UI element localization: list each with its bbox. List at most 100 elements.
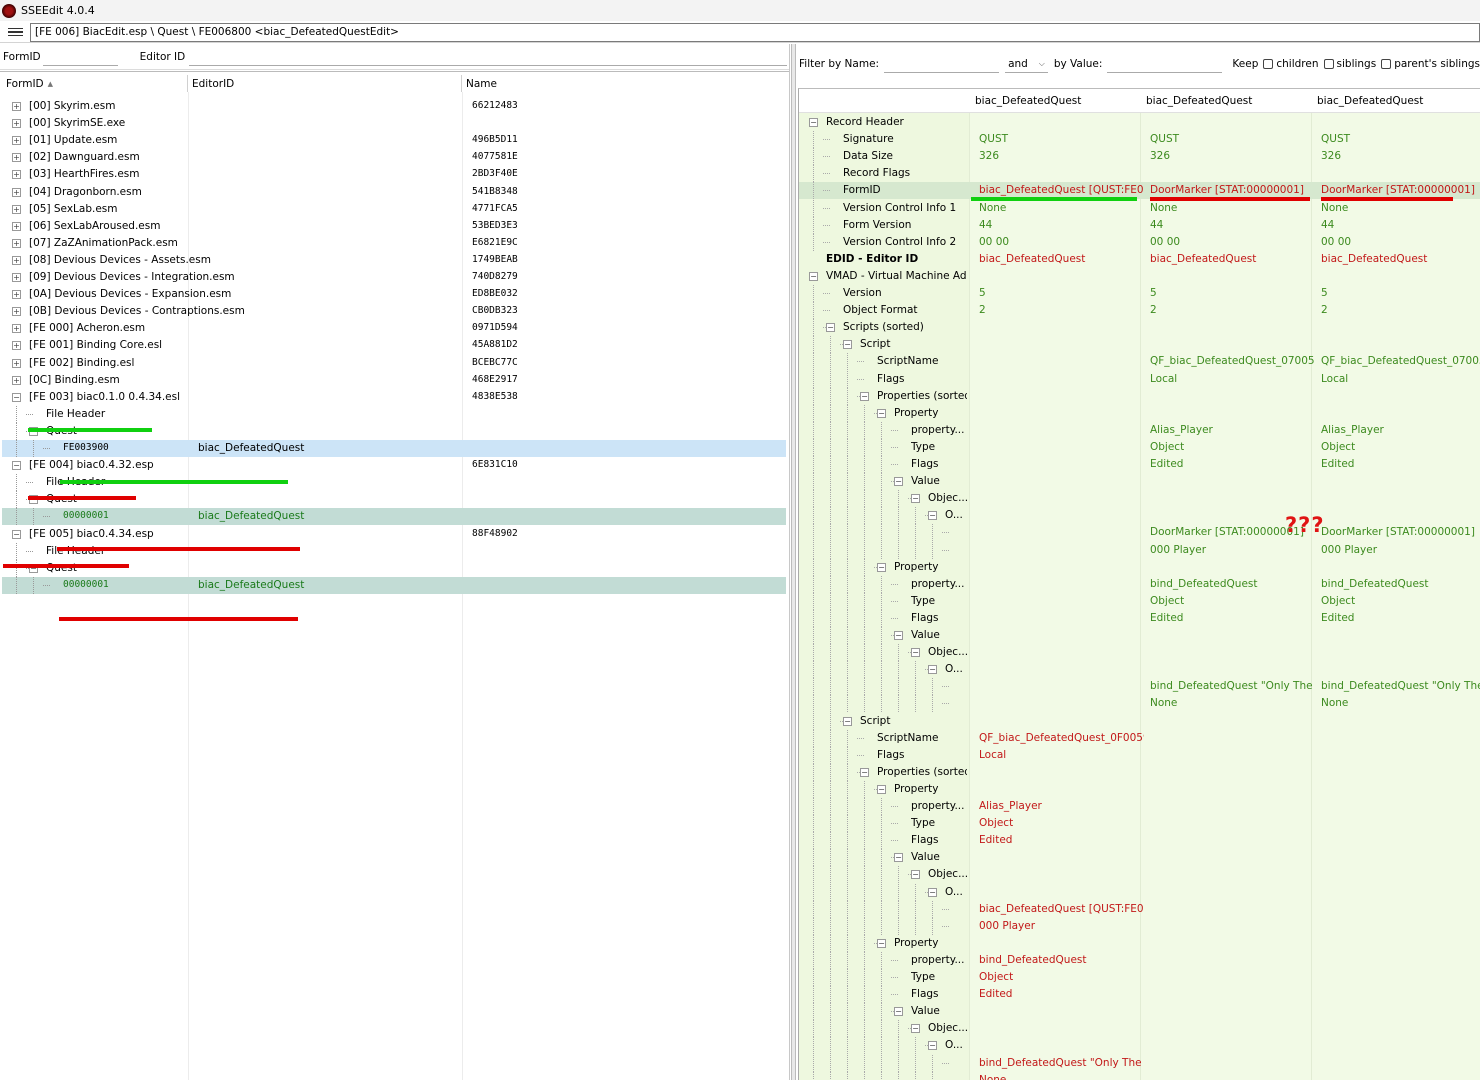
tree-row[interactable]: − [FE 004] biac0.4.32.esp 6E831C10 <box>2 457 786 474</box>
record-value-plugin-1[interactable]: 2 <box>979 304 1144 316</box>
tree-row[interactable]: 00000001 biac_DefeatedQuest <box>2 508 786 526</box>
record-value-plugin-2[interactable]: None <box>1150 697 1315 709</box>
collapse-icon[interactable]: − <box>877 938 886 948</box>
record-value-plugin-1[interactable]: None <box>979 202 1144 214</box>
expand-icon[interactable]: + <box>12 204 21 214</box>
record-row[interactable]: Type Object Object <box>799 438 1480 456</box>
record-value-plugin-2[interactable]: Alias_Player <box>1150 424 1315 436</box>
filter-by-value-input[interactable] <box>1107 55 1223 73</box>
tree-row[interactable]: + [0A] Devious Devices - Expansion.esm ED8… <box>2 286 786 303</box>
column-header-plugin-2[interactable]: biac_DefeatedQuest <box>1146 95 1252 107</box>
record-value-plugin-3[interactable]: None <box>1321 697 1480 709</box>
record-row[interactable]: − Value <box>799 849 1480 867</box>
record-value-plugin-1[interactable]: bind_DefeatedQuest <box>979 954 1144 966</box>
record-row[interactable]: − O... <box>799 507 1480 525</box>
record-value-plugin-3[interactable]: Local <box>1321 373 1480 385</box>
record-value-plugin-3[interactable]: 2 <box>1321 304 1480 316</box>
record-value-plugin-3[interactable]: DoorMarker [STAT:00000001] <box>1321 526 1480 538</box>
tree-row[interactable]: File Header <box>2 405 786 423</box>
record-value-plugin-3[interactable]: None <box>1321 202 1480 214</box>
record-value-plugin-3[interactable]: 000 Player <box>1321 544 1480 556</box>
record-value-plugin-1[interactable]: QF_biac_DefeatedQuest_0F005900 <box>979 732 1144 744</box>
record-value-plugin-1[interactable]: Alias_Player <box>979 800 1144 812</box>
record-row[interactable]: Signature QUST QUST QUST <box>799 131 1480 149</box>
record-value-plugin-2[interactable]: QUST <box>1150 133 1315 145</box>
expand-icon[interactable]: + <box>12 102 21 111</box>
collapse-icon[interactable]: − <box>928 665 937 675</box>
record-row[interactable]: Record Flags <box>799 165 1480 183</box>
record-value-plugin-3[interactable]: DoorMarker [STAT:00000001] <box>1321 184 1480 196</box>
record-row[interactable]: − Value <box>799 473 1480 491</box>
record-value-plugin-2[interactable]: QF_biac_DefeatedQuest_07005900 <box>1150 355 1315 367</box>
record-row[interactable]: − Objec... <box>799 866 1480 884</box>
column-header-plugin-1[interactable]: biac_DefeatedQuest <box>975 95 1081 107</box>
filter-operator-select[interactable]: and ⌵ <box>1005 55 1048 73</box>
record-value-plugin-3[interactable]: Edited <box>1321 612 1480 624</box>
collapse-icon[interactable]: − <box>911 648 920 658</box>
record-value-plugin-1[interactable]: None <box>979 1074 1144 1080</box>
collapse-icon[interactable]: − <box>911 1024 920 1034</box>
tree-row[interactable]: + [01] Update.esm 496B5D11 <box>2 132 786 149</box>
collapse-icon[interactable]: − <box>12 392 21 402</box>
collapse-icon[interactable]: − <box>894 477 903 487</box>
record-row[interactable]: − Script <box>799 712 1480 730</box>
tree-row[interactable]: + [0B] Devious Devices - Contraptions.esm… <box>2 303 786 320</box>
record-value-plugin-2[interactable]: None <box>1150 202 1315 214</box>
record-row[interactable]: − O... <box>799 661 1480 679</box>
record-row[interactable]: − Property <box>799 558 1480 576</box>
record-row[interactable]: property... bind_DefeatedQuest bind_Defeat… <box>799 575 1480 593</box>
tree-row[interactable]: + [03] HearthFires.esm 2BD3F40E <box>2 166 786 183</box>
record-value-plugin-2[interactable]: 44 <box>1150 219 1315 231</box>
record-row[interactable]: 000 Player 000 Player <box>799 541 1480 559</box>
record-row[interactable]: ScriptName QF_biac_DefeatedQuest_0F005900 <box>799 729 1480 747</box>
record-row[interactable]: Type Object <box>799 969 1480 986</box>
record-row[interactable]: Version Control Info 1 None None None <box>799 199 1480 217</box>
collapse-icon[interactable]: − <box>911 870 920 880</box>
record-value-plugin-1[interactable]: biac_DefeatedQuest <box>979 253 1144 265</box>
expand-icon[interactable]: + <box>12 221 21 231</box>
record-value-plugin-1[interactable]: biac_DefeatedQuest [QUST:FE00... <box>979 184 1144 196</box>
collapse-icon[interactable]: − <box>928 511 937 521</box>
record-row[interactable]: − Property <box>799 780 1480 798</box>
collapse-icon[interactable]: − <box>826 323 835 333</box>
tree-row[interactable]: + [05] SexLab.esm 4771FCA5 <box>2 201 786 218</box>
record-row[interactable]: Flags Edited <box>799 986 1480 1004</box>
record-row[interactable]: Data Size 326 326 326 <box>799 148 1480 166</box>
filter-by-name-input[interactable] <box>884 55 1000 73</box>
record-row[interactable]: ScriptName QF_biac_DefeatedQuest_07005900… <box>799 353 1480 371</box>
collapse-icon[interactable]: − <box>894 853 903 863</box>
record-value-plugin-1[interactable]: biac_DefeatedQuest [QUST:FE00... <box>979 903 1144 915</box>
record-row[interactable]: − Record Header <box>799 114 1480 131</box>
record-row[interactable]: EDID - Editor ID biac_DefeatedQuest biac_D… <box>799 251 1480 268</box>
record-value-plugin-3[interactable]: biac_DefeatedQuest <box>1321 253 1480 265</box>
record-value-plugin-2[interactable]: 326 <box>1150 150 1315 162</box>
record-value-plugin-1[interactable]: Edited <box>979 988 1144 1000</box>
formid-filter-input[interactable] <box>42 47 118 66</box>
record-row[interactable]: − Properties (sorted) <box>799 387 1480 405</box>
record-row[interactable]: bind_DefeatedQuest "Only The S... <box>799 1054 1480 1072</box>
record-value-plugin-3[interactable]: Object <box>1321 595 1480 607</box>
record-value-plugin-1[interactable]: Edited <box>979 834 1144 846</box>
keep-parents-siblings-checkbox[interactable]: parent's siblings <box>1381 58 1480 70</box>
expand-icon[interactable]: + <box>12 324 21 334</box>
record-row[interactable]: Form Version 44 44 44 <box>799 216 1480 234</box>
record-row[interactable]: property... Alias_Player <box>799 798 1480 815</box>
record-value-plugin-2[interactable]: bind_DefeatedQuest "Only The S... <box>1150 680 1315 692</box>
plugin-tree[interactable]: FormID ▲ EditorID Name + [00] Skyrim.esm 66… <box>0 71 789 1080</box>
record-value-plugin-3[interactable]: Object <box>1321 441 1480 453</box>
collapse-icon[interactable]: − <box>928 1041 937 1051</box>
expand-icon[interactable]: + <box>12 238 21 248</box>
record-compare-grid[interactable]: biac_DefeatedQuest biac_DefeatedQuest bi… <box>798 88 1480 1080</box>
tree-row[interactable]: FE003900 biac_DefeatedQuest <box>2 440 786 457</box>
collapse-icon[interactable]: − <box>860 391 869 401</box>
tree-row[interactable]: + [FE 001] Binding Core.esl 45A881D2 <box>2 337 786 354</box>
record-value-plugin-2[interactable]: Edited <box>1150 612 1315 624</box>
record-row[interactable]: Flags Local <box>799 746 1480 764</box>
collapse-icon[interactable]: − <box>877 408 886 418</box>
record-row[interactable]: biac_DefeatedQuest [QUST:FE00... <box>799 900 1480 918</box>
record-row[interactable]: Type Object <box>799 815 1480 833</box>
record-value-plugin-3[interactable]: bind_DefeatedQuest "Only The S... <box>1321 680 1480 692</box>
collapse-icon[interactable]: − <box>809 118 818 127</box>
record-value-plugin-2[interactable]: Object <box>1150 595 1315 607</box>
record-value-plugin-2[interactable]: DoorMarker [STAT:00000001] <box>1150 184 1315 196</box>
